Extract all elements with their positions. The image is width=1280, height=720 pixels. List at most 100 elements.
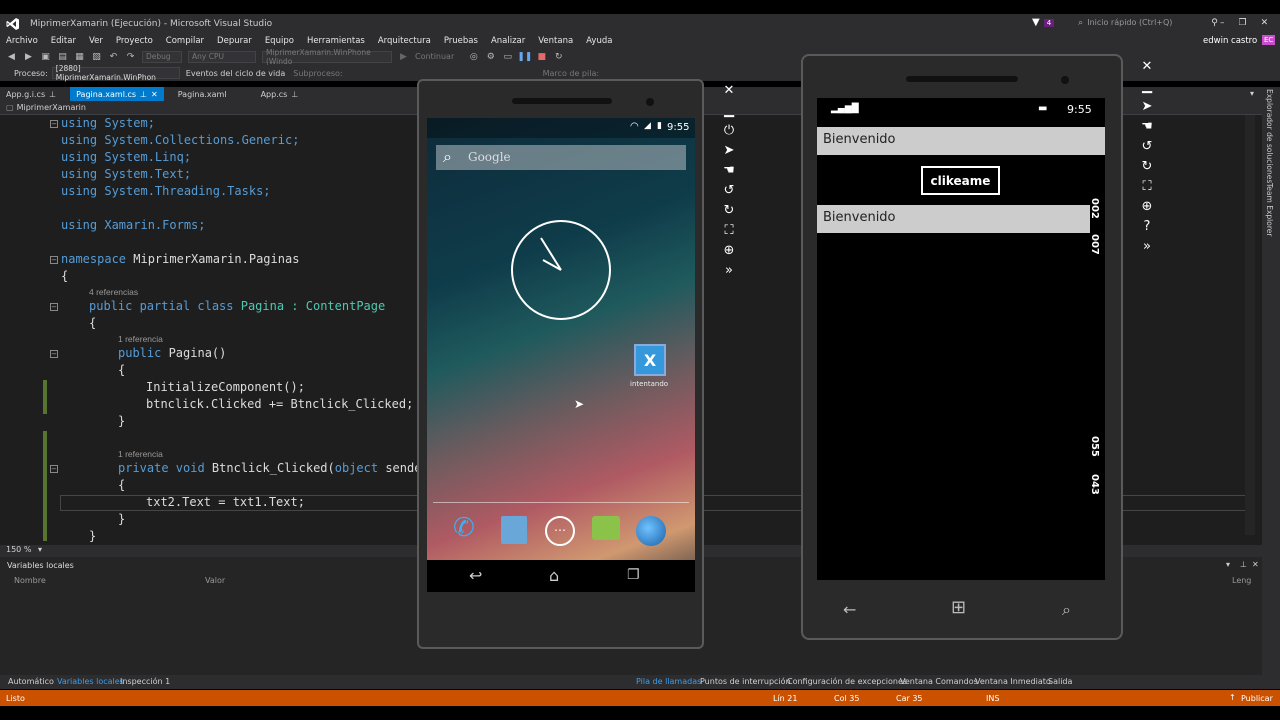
power-icon[interactable]: ⏻ [724,120,734,140]
tab-pagina-xaml-cs[interactable]: Pagina.xaml.cs ⊥ ✕ [70,87,164,101]
fold-toggle[interactable]: − [50,256,58,264]
user-avatar[interactable]: EC [1262,35,1276,45]
codelens-references[interactable]: 1 referencia [118,449,163,459]
continue-icon[interactable]: ▶ [398,51,409,62]
platform-dropdown[interactable]: Any CPU [188,50,256,63]
zoom-icon[interactable]: ⊕ [1142,196,1153,216]
forward-icon[interactable]: ▶ [23,51,34,62]
chevron-down-icon[interactable]: ▾ [38,545,42,554]
menu-equipo[interactable]: Equipo [265,36,294,46]
rotate-left-icon[interactable]: ↺ [724,180,735,200]
close-icon[interactable]: ✕ [724,80,735,100]
back-icon[interactable]: ◀ [6,51,17,62]
publish-button[interactable]: Publicar [1241,694,1273,703]
process-dropdown[interactable]: [2880] MiprimerXamarin.WinPhon [51,64,180,82]
tab-overflow-icon[interactable]: ▾ [1250,89,1254,98]
solution-explorer-tab[interactable]: Explorador de soluciones [1265,89,1274,183]
help-icon[interactable]: ? [1144,216,1151,236]
app-label[interactable]: intentando [630,380,668,388]
menu-analizar[interactable]: Analizar [491,36,525,46]
fit-screen-icon[interactable]: ⛶ [1142,176,1151,196]
panel-pin-icon[interactable]: ⊥ [1240,560,1247,569]
menu-ver[interactable]: Ver [89,36,103,46]
entry-txt1[interactable]: Bienvenido [817,127,1105,155]
publish-icon[interactable]: ↑ [1229,693,1236,702]
tab-ventana-inmediato[interactable]: Ventana Inmediato [975,677,1051,686]
device-icon[interactable]: ▭ [502,51,513,62]
tab-automatico[interactable]: Automático [8,677,54,686]
android-screen[interactable]: ◠ ◢ ▮ 9:55 ⌕ Google X intentando ➤ ✆ ⋯ ↩… [427,118,695,592]
menu-editar[interactable]: Editar [51,36,76,46]
rotate-left-icon[interactable]: ↺ [1142,136,1153,156]
tab-salida[interactable]: Salida [1048,677,1072,686]
tab-pila-llamadas[interactable]: Pila de llamadas [636,677,701,686]
close-tab-icon[interactable]: ✕ [151,90,158,99]
home-button-icon[interactable]: ⌂ [549,566,559,585]
app-drawer-icon[interactable]: ⋯ [545,516,575,546]
browser-app-icon[interactable] [636,516,666,546]
windows-phone-screen[interactable]: ▂▄▆█ ▬ 9:55 Bienvenido clikeame Bienveni… [817,98,1105,580]
codelens-references[interactable]: 1 referencia [118,334,163,344]
fold-toggle[interactable]: − [50,465,58,473]
settings-icon[interactable]: ⚙ [485,51,496,62]
phone-app-icon[interactable]: ✆ [453,513,475,543]
rotate-right-icon[interactable]: ↻ [724,200,735,220]
startup-project-dropdown[interactable]: MiprimerXamarin.WinPhone (Windo [262,48,392,66]
tab-puntos-interrupcion[interactable]: Puntos de interrupción [700,677,791,686]
column-value[interactable]: Valor [205,576,225,585]
pointer-icon[interactable]: ➤ [724,140,735,160]
minimize-icon[interactable]: ▁ [1142,76,1152,96]
filter-icon[interactable]: ▼ [1032,17,1040,28]
menu-depurar[interactable]: Depurar [217,36,252,46]
lifecycle-events-button[interactable]: Eventos del ciclo de vida [186,69,285,78]
notification-badge[interactable]: 4 [1043,18,1055,27]
close-button[interactable]: ✕ [1261,18,1269,28]
user-name[interactable]: edwin castro [1203,36,1257,46]
zoom-icon[interactable]: ⊕ [724,240,735,260]
tab-variables-locales[interactable]: Variables locales [57,677,124,686]
new-project-icon[interactable]: ▣ [40,51,51,62]
menu-ventana[interactable]: Ventana [538,36,573,46]
codelens-references[interactable]: 4 referencias [89,287,138,297]
tab-configuracion-excepciones[interactable]: Configuración de excepciones [787,677,907,686]
menu-arquitectura[interactable]: Arquitectura [378,36,431,46]
close-icon[interactable]: ✕ [1142,56,1153,76]
entry-txt2[interactable]: Bienvenido [817,205,1090,233]
minimize-icon[interactable]: ▁ [724,100,734,120]
analog-clock-widget[interactable] [511,220,611,320]
tab-pagina-xaml[interactable]: Pagina.xaml [172,87,233,101]
restart-icon[interactable]: ↻ [553,51,564,62]
menu-herramientas[interactable]: Herramientas [307,36,365,46]
project-dropdown[interactable]: MiprimerXamarin [17,103,86,112]
hand-icon[interactable]: ☚ [1141,116,1153,136]
google-search-bar[interactable]: ⌕ Google [436,145,686,170]
target-icon[interactable]: ◎ [468,51,479,62]
panel-menu-icon[interactable]: ▾ [1226,560,1230,569]
zoom-dropdown[interactable]: 150 % [6,545,31,554]
back-button-icon[interactable]: ↩ [469,566,482,585]
hand-icon[interactable]: ☚ [723,160,735,180]
menu-pruebas[interactable]: Pruebas [444,36,478,46]
panel-close-icon[interactable]: ✕ [1252,560,1259,569]
minimize-button[interactable]: – [1220,18,1225,28]
windows-logo-icon[interactable]: ⊞ [951,597,966,618]
menu-proyecto[interactable]: Proyecto [116,36,153,46]
more-tools-icon[interactable]: » [725,260,733,280]
continue-button[interactable]: Continuar [415,52,454,61]
search-icon[interactable]: ⌕ [1062,600,1071,620]
more-tools-icon[interactable]: » [1143,236,1151,256]
fold-toggle[interactable]: − [50,120,58,128]
contacts-app-icon[interactable] [501,516,527,544]
configuration-dropdown[interactable]: Debug [142,50,182,63]
tab-ventana-comandos[interactable]: Ventana Comandos [900,677,978,686]
team-explorer-tab[interactable]: Team Explorer [1265,183,1274,236]
column-name[interactable]: Nombre [14,576,46,585]
fold-toggle[interactable]: − [50,350,58,358]
undo-icon[interactable]: ↶ [108,51,119,62]
recents-button-icon[interactable]: ❐ [627,567,640,583]
xamarin-app-icon[interactable]: X [634,344,666,376]
menu-compilar[interactable]: Compilar [166,36,204,46]
fold-toggle[interactable]: − [50,303,58,311]
pin-icon[interactable]: ⊥ [49,90,56,99]
quick-launch-input[interactable]: Inicio rápido (Ctrl+Q) [1087,18,1207,27]
